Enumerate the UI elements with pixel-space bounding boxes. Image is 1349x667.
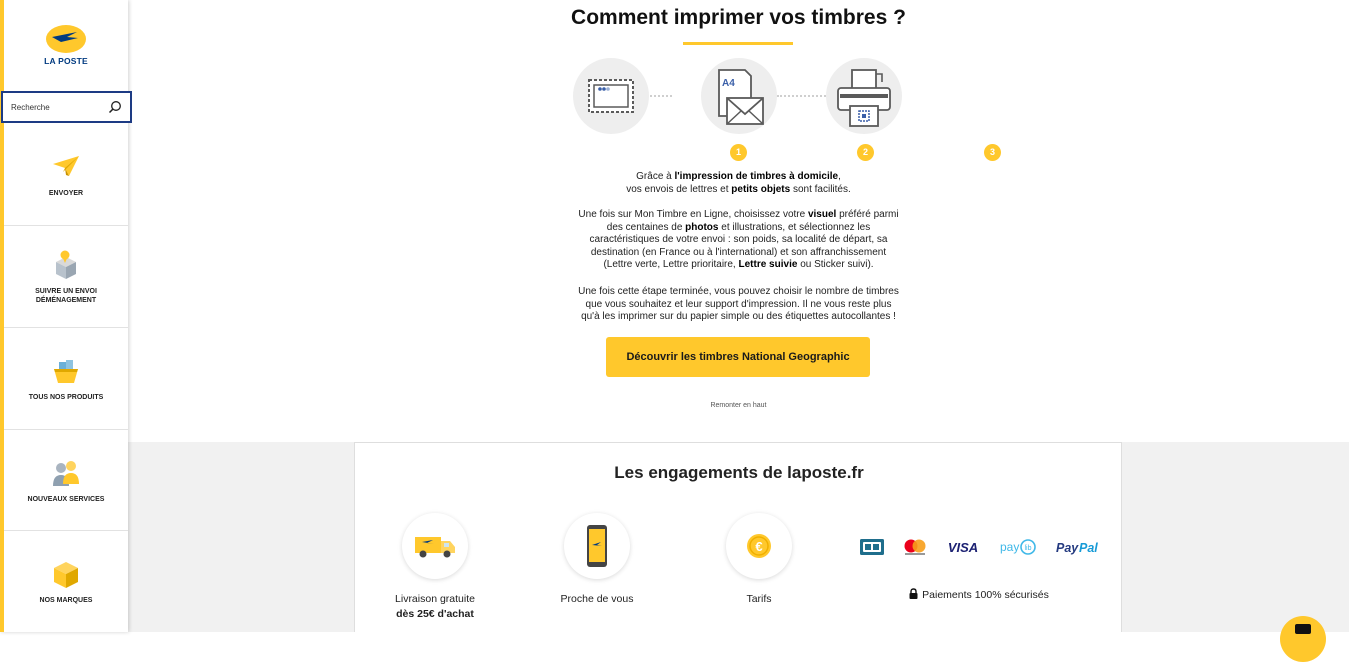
intro-line-1: Grâce à l'impression de timbres à domici…	[636, 171, 841, 182]
page-title: Comment imprimer vos timbres ?	[571, 6, 906, 29]
commitment-livraison: Livraison gratuite dès 25€ d'achat	[365, 513, 505, 622]
sidebar-item-services[interactable]: NOUVEAUX SERVICES	[4, 429, 128, 530]
search-input[interactable]: Recherche	[1, 91, 132, 123]
svg-text:pay: pay	[1000, 540, 1019, 554]
title-underline	[683, 42, 793, 45]
mastercard-icon	[904, 539, 926, 555]
svg-text:lib: lib	[1024, 545, 1031, 552]
svg-text:€: €	[755, 539, 762, 554]
commitment-bold-label: dès 25€ d'achat	[396, 608, 474, 620]
sidebar-item-produits[interactable]: TOUS NOS PRODUITS	[4, 327, 128, 429]
step-3-circle	[826, 58, 902, 134]
commitment-icon-circle	[402, 513, 468, 579]
logo-text: LA POSTE	[44, 56, 88, 66]
details-line-3: caractéristiques de votre envoi : son po…	[589, 234, 888, 246]
la-poste-bird-icon	[46, 25, 86, 53]
package-track-icon	[56, 250, 76, 279]
commitment-label: Proche de vous	[560, 593, 634, 605]
svg-text:Pal: Pal	[1079, 541, 1098, 555]
printer-icon	[837, 69, 891, 127]
final-line-3: qu'à les imprimer sur du papier simple o…	[581, 311, 896, 323]
intro-paragraph: Grâce à l'impression de timbres à domici…	[128, 171, 1349, 196]
step-number-3: 3	[984, 144, 1001, 161]
sidebar-item-label: NOS MARQUES	[39, 597, 93, 605]
paylib-icon: pay lib	[1000, 539, 1036, 555]
a4-label: A4	[722, 78, 735, 89]
national-geographic-cta-button[interactable]: Découvrir les timbres National Geographi…	[606, 337, 870, 377]
la-poste-logo[interactable]: LA POSTE	[4, 0, 128, 90]
step-connector	[777, 95, 826, 97]
steps-row: A4 1 2 3	[568, 58, 1001, 168]
chat-icon	[1295, 624, 1311, 634]
details-line-1: Une fois sur Mon Timbre en Ligne, choisi…	[578, 209, 899, 220]
box-icon	[54, 562, 78, 589]
commitment-label: Tarifs	[746, 593, 772, 605]
sidebar-item-label: NOUVEAUX SERVICES	[27, 495, 105, 503]
paypal-icon: Pay Pal	[1056, 541, 1098, 555]
stamp-icon	[588, 79, 634, 113]
basket-icon	[54, 360, 78, 384]
step-number-2: 2	[857, 144, 874, 161]
euro-coin-icon: €	[747, 534, 771, 558]
final-paragraph: Une fois cette étape terminée, vous pouv…	[128, 286, 1349, 324]
final-line-1: Une fois cette étape terminée, vous pouv…	[578, 286, 899, 297]
sidebar-item-suivre[interactable]: SUIVRE UN ENVOI DÉMÉNAGEMENT	[4, 225, 128, 327]
commitment-proche: Proche de vous	[527, 513, 667, 607]
step-connector	[646, 95, 672, 97]
details-line-5: (Lettre verte, Lettre prioritaire, Lettr…	[603, 259, 874, 271]
people-icon	[53, 460, 79, 486]
search-input-value[interactable]: Recherche	[11, 103, 108, 112]
step-1-circle	[573, 58, 649, 134]
details-paragraph: Une fois sur Mon Timbre en Ligne, choisi…	[128, 209, 1349, 272]
sidebar: LA POSTE Recherche ENVOYER SUIVRE UN ENV…	[0, 0, 132, 632]
smartphone-icon	[587, 525, 607, 567]
main-content: Comment imprimer vos timbres ? A4 1 2 3 …	[128, 0, 1349, 662]
commitment-label: Livraison gratuite dès 25€ d'achat	[395, 593, 475, 620]
payment-logos: VISA pay lib Pay Pal	[860, 537, 1100, 557]
sidebar-item-envoyer[interactable]: ENVOYER	[4, 124, 128, 225]
sidebar-item-label: ENVOYER	[48, 190, 84, 198]
engagements-title: Les engagements de laposte.fr	[614, 463, 864, 482]
commitment-tarifs: € Tarifs	[689, 513, 829, 607]
back-to-top-link[interactable]: Remonter en haut	[128, 402, 1349, 409]
paper-plane-icon	[53, 156, 79, 177]
a4-envelope-icon: A4	[718, 69, 764, 125]
intro-line-2: vos envois de lettres et petits objets s…	[626, 183, 851, 195]
lock-icon	[909, 588, 918, 599]
search-icon[interactable]	[108, 100, 122, 114]
sidebar-item-label: TOUS NOS PRODUITS	[28, 394, 104, 402]
svg-text:Pay: Pay	[1056, 541, 1079, 555]
svg-text:VISA: VISA	[948, 540, 978, 555]
visa-icon: VISA	[948, 540, 978, 555]
final-line-2: que vous souhaitez et leur support d'imp…	[585, 298, 892, 310]
sidebar-item-label: SUIVRE UN ENVOI DÉMÉNAGEMENT	[35, 288, 97, 304]
sidebar-item-marques[interactable]: NOS MARQUES	[4, 530, 128, 632]
commitment-icon-circle: €	[726, 513, 792, 579]
details-line-4: destination (en France ou à l'internatio…	[590, 246, 887, 258]
secure-payments-label: Paiements 100% sécurisés	[859, 588, 1099, 601]
details-line-2: des centaines de photos et illustrations…	[606, 221, 871, 233]
cb-card-icon	[860, 539, 884, 555]
step-number-1: 1	[730, 144, 747, 161]
commitment-icon-circle	[564, 513, 630, 579]
chat-assistant-button[interactable]	[1280, 616, 1326, 662]
engagements-card: Les engagements de laposte.fr Livraison …	[354, 442, 1122, 632]
step-2-circle: A4	[701, 58, 777, 134]
delivery-truck-icon	[415, 537, 455, 558]
